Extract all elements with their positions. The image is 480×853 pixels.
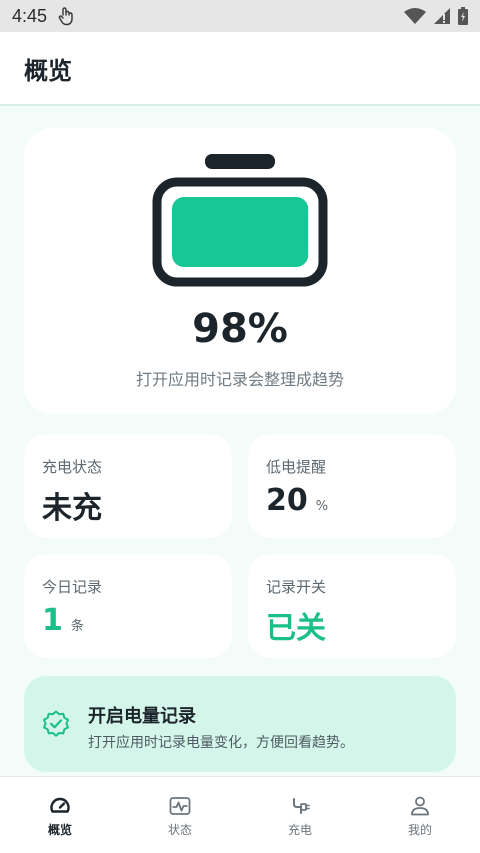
battery-illustration-icon <box>152 154 328 287</box>
battery-percent: 98% <box>192 306 288 352</box>
nav-label-status: 状态 <box>167 823 192 837</box>
gauge-icon <box>50 797 70 813</box>
nav-label-profile: 我的 <box>407 823 432 837</box>
record-switch-value: 已关 <box>266 611 326 646</box>
pulse-icon <box>169 797 191 815</box>
record-switch-label: 记录开关 <box>266 578 327 596</box>
low-alert-card[interactable]: 低电提醒 20 % <box>248 434 456 538</box>
enable-recording-subtitle: 打开应用时记录电量变化，方便回看趋势。 <box>88 735 354 751</box>
today-records-value: 1 <box>42 603 63 638</box>
enable-recording-title: 开启电量记录 <box>88 706 196 727</box>
today-records-card: 今日记录 1 条 <box>24 554 232 658</box>
battery-overview-card: 98% 打开应用时记录会整理成趋势 <box>24 128 456 414</box>
today-records-label: 今日记录 <box>42 578 103 596</box>
trend-hint: 打开应用时记录会整理成趋势 <box>135 370 344 389</box>
charge-state-card: 充电状态 未充 <box>24 434 232 538</box>
bottom-nav: 概览 状态 充电 我的 <box>0 776 480 853</box>
battery-fill <box>172 197 309 267</box>
today-records-unit: 条 <box>70 619 84 634</box>
nav-label-overview: 概览 <box>47 823 72 837</box>
check-badge-icon <box>43 710 69 737</box>
touch-icon <box>58 7 73 26</box>
battery-status-icon <box>458 7 468 25</box>
person-icon <box>411 796 429 816</box>
status-time: 4:45 <box>12 5 48 26</box>
signal-icon <box>434 8 450 24</box>
low-alert-label: 低电提醒 <box>266 458 327 476</box>
plug-icon <box>293 798 310 814</box>
page-title: 概览 <box>24 56 72 85</box>
record-switch-card[interactable]: 记录开关 已关 <box>248 554 456 658</box>
low-alert-unit: % <box>315 499 329 514</box>
charge-state-label: 充电状态 <box>42 458 103 476</box>
nav-item-profile[interactable]: 我的 <box>360 777 480 853</box>
nav-item-overview[interactable]: 概览 <box>0 777 120 853</box>
nav-item-charging[interactable]: 充电 <box>240 777 360 853</box>
status-bar: 4:45 <box>0 0 480 32</box>
overview-content[interactable]: 98% 打开应用时记录会整理成趋势 充电状态 未充 低电提醒 20 % 今日记录… <box>0 106 480 776</box>
app-header: 概览 <box>0 32 480 106</box>
low-alert-value: 20 <box>266 483 308 518</box>
enable-recording-button[interactable]: 开启电量记录 打开应用时记录电量变化，方便回看趋势。 <box>24 676 456 772</box>
nav-label-charging: 充电 <box>287 823 312 837</box>
wifi-icon <box>404 8 426 24</box>
charge-state-value: 未充 <box>42 491 102 526</box>
nav-item-status[interactable]: 状态 <box>120 777 240 853</box>
